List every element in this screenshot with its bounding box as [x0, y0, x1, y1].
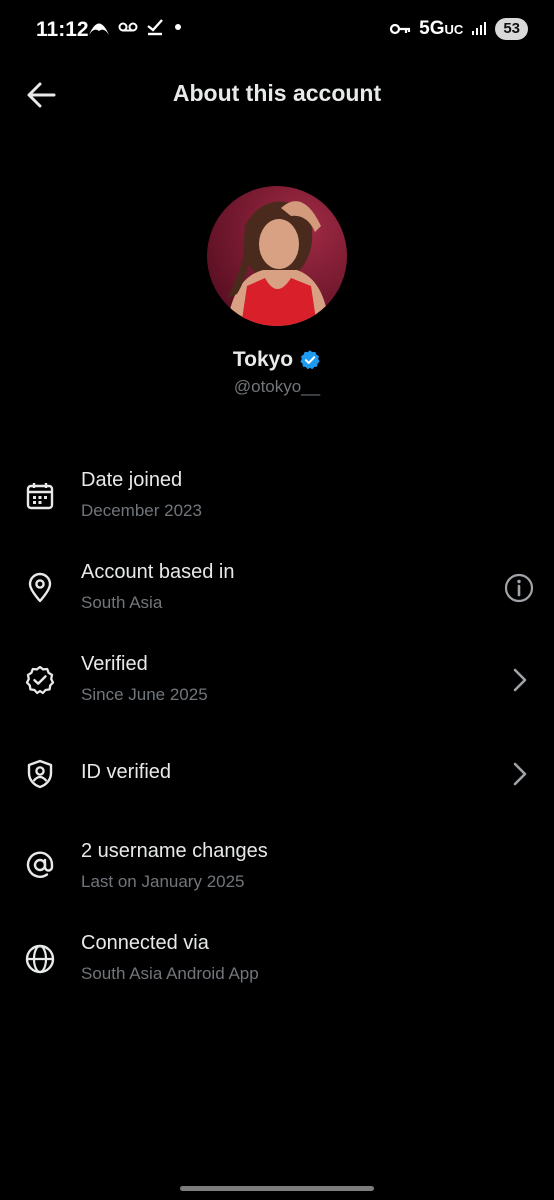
- top-app-bar: About this account: [0, 70, 554, 120]
- dot-icon: [175, 24, 181, 30]
- date-joined-row: Date joined December 2023: [0, 452, 554, 544]
- display-name-row: Tokyo: [0, 348, 554, 372]
- page-title: About this account: [172, 80, 382, 106]
- username-changes-row: 2 username changes Last on January 2025: [0, 820, 554, 912]
- account-based-in-row: Account based in South Asia: [0, 544, 554, 636]
- username-handle: @otokyo__: [233, 377, 321, 396]
- row-title: Connected via: [81, 932, 209, 954]
- home-indicator[interactable]: [180, 1186, 374, 1191]
- row-subtitle: Since June 2025: [81, 685, 208, 704]
- display-name: Tokyo: [232, 348, 294, 371]
- status-time: 11:12: [36, 18, 89, 41]
- verified-badge-icon: [25, 665, 55, 695]
- network-type: 5GUC: [419, 18, 464, 39]
- chevron-right-icon: [513, 762, 527, 786]
- row-title: Date joined: [81, 469, 183, 491]
- row-title: ID verified: [81, 761, 172, 783]
- row-title: Verified: [81, 653, 148, 675]
- globe-icon: [25, 944, 55, 974]
- id-verified-row[interactable]: ID verified: [0, 728, 554, 820]
- voicemail-icon: [118, 22, 138, 32]
- info-icon[interactable]: [504, 573, 534, 603]
- verified-row[interactable]: Verified Since June 2025: [0, 636, 554, 728]
- vpn-key-icon: [390, 23, 411, 35]
- location-pin-icon: [28, 572, 52, 603]
- at-sign-icon: [26, 851, 54, 878]
- notification-icons: [88, 18, 184, 36]
- row-subtitle: South Asia: [81, 593, 163, 612]
- status-bar: 11:12 5GUC 53: [0, 0, 554, 62]
- profile-avatar: [207, 186, 347, 326]
- connected-via-row: Connected via South Asia Android App: [0, 912, 554, 1004]
- calendar-icon: [26, 483, 54, 510]
- task-done-icon: [147, 19, 163, 36]
- app-notification-icon: [89, 23, 109, 35]
- shield-user-icon: [27, 759, 53, 789]
- battery-level: 53: [495, 18, 528, 40]
- chevron-right-icon: [513, 668, 527, 692]
- verified-checkmark-icon: [300, 350, 320, 370]
- row-title: Account based in: [81, 561, 235, 583]
- signal-icon: [472, 22, 487, 35]
- status-indicators: 5GUC 53: [389, 18, 528, 40]
- row-subtitle: Last on January 2025: [81, 872, 245, 891]
- row-subtitle: South Asia Android App: [81, 964, 259, 983]
- row-title: 2 username changes: [81, 840, 268, 862]
- row-subtitle: December 2023: [81, 501, 202, 520]
